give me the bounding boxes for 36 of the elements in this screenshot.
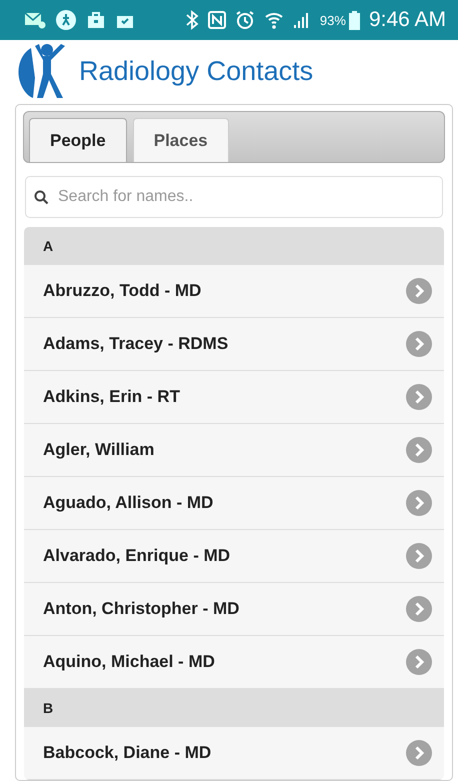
battery-icon	[348, 10, 360, 30]
contact-item[interactable]: Anton, Christopher - MD	[24, 583, 444, 636]
alarm-clock-icon	[234, 10, 255, 30]
chevron-right-icon	[406, 331, 432, 357]
battery-percent: 93%	[320, 12, 346, 28]
clock-time: 9:46 AM	[368, 8, 446, 32]
chevron-right-icon	[406, 596, 432, 622]
contact-item[interactable]: Adams, Tracey - RDMS	[24, 318, 444, 371]
chevron-right-icon	[406, 490, 432, 516]
contact-item[interactable]: Agler, William	[24, 424, 444, 477]
search-icon	[34, 190, 49, 205]
contact-item[interactable]: Babcock, Diane - MD	[24, 727, 444, 780]
chevron-right-icon	[406, 543, 432, 569]
app-title: Radiology Contacts	[79, 56, 314, 86]
contact-item[interactable]: Aguado, Allison - MD	[24, 477, 444, 530]
nfc-icon	[208, 11, 226, 29]
mail-icon	[24, 11, 46, 29]
chevron-right-icon	[406, 437, 432, 463]
contact-item[interactable]: Abruzzo, Todd - MD	[24, 265, 444, 318]
contact-item[interactable]: Alvarado, Enrique - MD	[24, 530, 444, 583]
bluetooth-icon	[184, 10, 199, 30]
wifi-icon	[264, 10, 284, 30]
contact-item[interactable]: Aquino, Michael - MD	[24, 636, 444, 689]
chevron-right-icon	[406, 278, 432, 304]
contact-item[interactable]: Adkins, Erin - RT	[24, 371, 444, 424]
walking-person-icon	[55, 9, 77, 31]
search-field[interactable]: Search for names..	[25, 176, 443, 218]
chevron-right-icon	[406, 384, 432, 410]
section-header: A	[24, 227, 444, 265]
section-header: B	[24, 689, 444, 727]
briefcase-icon	[86, 11, 106, 29]
tab[interactable]: People	[29, 118, 127, 162]
tab[interactable]: Places	[132, 118, 229, 162]
chevron-right-icon	[406, 649, 432, 675]
signal-icon	[292, 11, 311, 29]
chevron-right-icon	[406, 740, 432, 766]
